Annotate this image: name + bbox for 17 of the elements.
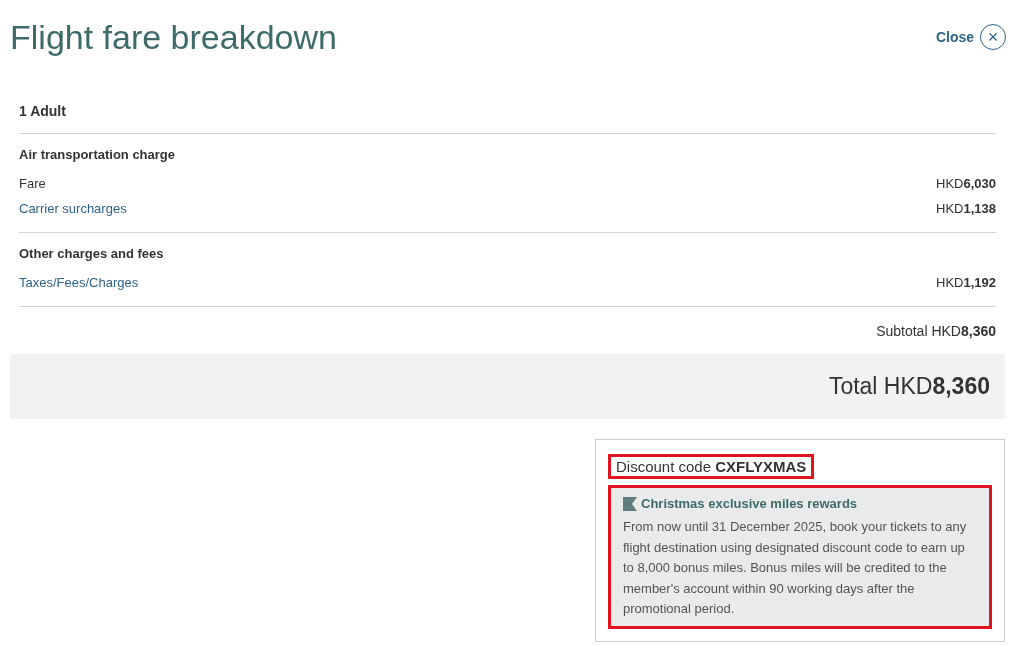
promo-title: Christmas exclusive miles rewards (641, 496, 858, 511)
subtotal: Subtotal HKD8,360 (876, 323, 996, 339)
charge-amount: HKD1,192 (936, 275, 996, 290)
section-heading: Air transportation charge (19, 147, 177, 162)
total: Total HKD8,360 (828, 373, 990, 400)
charge-amount: HKD6,030 (936, 176, 996, 191)
charge-link[interactable]: Taxes/Fees/Charges (19, 275, 139, 290)
charge-label: Fare (19, 176, 46, 191)
flag-icon (623, 496, 637, 511)
charge-amount: HKD1,138 (936, 201, 996, 216)
discount-code: Discount code CXFLYXMAS (608, 454, 815, 479)
promo-text: From now until 31 December 2025, book your tickets to any flight destination using designated discount code to earn up to 8,000 bonus miles. Bonus miles will be credited to the member's account within 90 working days after the promotional period. (623, 518, 968, 618)
passenger-count: 1 Adult (19, 87, 996, 134)
close-button[interactable]: Close × (935, 24, 1006, 50)
page-title: Flight fare breakdown (10, 17, 337, 57)
charge-link[interactable]: Carrier surcharges (19, 201, 127, 216)
section-heading: Other charges and fees (19, 246, 165, 261)
